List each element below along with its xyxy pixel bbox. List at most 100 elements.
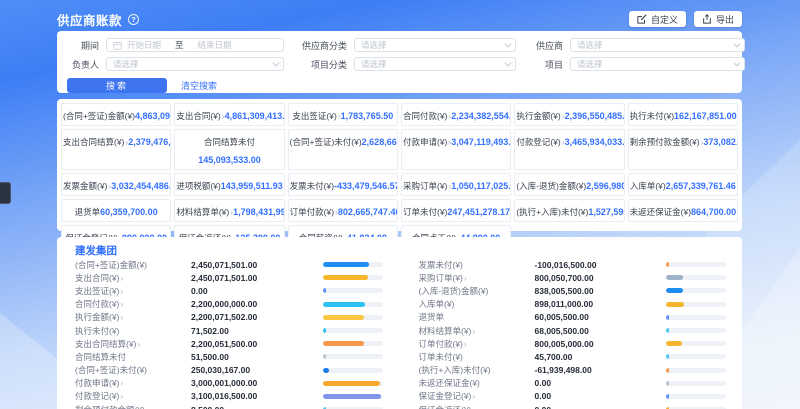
- metric-bar-fill: [323, 262, 370, 267]
- group-metric-row[interactable]: 支出合同(¥)›2,450,071,501.00: [75, 271, 383, 284]
- metric-card[interactable]: 支出合同结算(¥)›2,379,476,087.00: [61, 129, 171, 170]
- group-name-link[interactable]: 建发集团: [75, 243, 726, 256]
- group-metric-row[interactable]: 合同付款(¥)›2,200,000,000.00: [75, 298, 383, 311]
- metric-card-label: 发票未付(¥): [290, 181, 334, 191]
- metric-card-label: 付款申请(¥)›: [403, 137, 451, 147]
- chevron-right-icon: ›: [464, 339, 467, 349]
- group-row-value: 250,030,167.00: [191, 365, 323, 375]
- metric-card-label: 执行未付(¥): [630, 111, 674, 121]
- metric-card: (合同+签证)未付(¥)2,628,668,790.70: [288, 129, 398, 170]
- chevron-right-icon: ›: [120, 378, 123, 388]
- metric-bar: [666, 302, 726, 307]
- clear-search-link[interactable]: 清空搜索: [181, 79, 217, 92]
- metric-card-label: 付款登记(¥)›: [516, 137, 564, 147]
- export-button[interactable]: 导出: [694, 11, 742, 27]
- group-metric-row[interactable]: 材料结算单(¥)›68,005,500.00: [419, 324, 727, 337]
- owner-select[interactable]: 请选择: [106, 57, 284, 71]
- metric-card[interactable]: 支出签证(¥)›1,783,765.50: [288, 103, 398, 126]
- metric-card[interactable]: 剩余预付款金额(¥)›373,082.00: [628, 129, 738, 170]
- metric-bar-fill: [323, 341, 364, 346]
- group-metric-row[interactable]: 支出签证(¥)›0.00: [75, 284, 383, 297]
- metric-bar: [323, 354, 383, 359]
- group-metric-row[interactable]: 保证金返还(¥)›0.00: [419, 403, 727, 409]
- metric-card[interactable]: 付款申请(¥)›3,047,119,493.46: [401, 129, 511, 170]
- group-row-label: 材料结算单(¥)›: [419, 325, 535, 337]
- group-row-value: 2,200,071,502.00: [191, 312, 323, 322]
- group-metric-row[interactable]: 采购订单(¥)›800,050,700.00: [419, 271, 727, 284]
- group-metric-row[interactable]: 付款登记(¥)›3,100,016,500.00: [75, 390, 383, 403]
- chevron-down-icon: [504, 59, 511, 66]
- group-metric-row[interactable]: 付款申请(¥)›3,000,001,000.00: [75, 377, 383, 390]
- group-metric-row: (入库-退货)金额(¥)838,005,500.00: [419, 284, 727, 297]
- metric-card[interactable]: 执行金额(¥)›2,396,550,485.00: [514, 103, 624, 126]
- metric-bar-fill: [666, 302, 684, 307]
- group-metric-row: (执行+入库)未付(¥)-61,939,498.00: [419, 364, 727, 377]
- group-row-value: 0.00: [535, 378, 667, 388]
- supplier-label: 供应商: [523, 39, 563, 52]
- metric-bar-fill: [666, 328, 669, 333]
- metric-card-label: 退货单: [75, 207, 101, 217]
- customize-button[interactable]: 自定义: [629, 11, 686, 27]
- group-row-label: 发票未付(¥): [419, 259, 535, 271]
- metric-card-value: 145,093,533.00: [198, 155, 261, 165]
- metric-card-label: 合同付款(¥)›: [403, 111, 451, 121]
- project-category-label: 项目分类: [291, 58, 347, 71]
- group-row-value: 68,005,500.00: [535, 326, 667, 336]
- search-button[interactable]: 搜索: [67, 78, 167, 93]
- metric-card: 执行未付(¥)162,167,851.00: [628, 103, 738, 126]
- project-category-select[interactable]: 请选择: [354, 57, 516, 71]
- metric-bar: [323, 315, 383, 320]
- period-range-input[interactable]: 开始日期 至 结束日期: [106, 38, 284, 52]
- page-title: 供应商账款: [57, 10, 122, 29]
- metric-card[interactable]: 合同付款(¥)›2,234,382,554.00: [401, 103, 511, 126]
- metric-bar-fill: [323, 288, 326, 293]
- group-metric-row[interactable]: 执行金额(¥)›2,200,071,502.00: [75, 311, 383, 324]
- group-metric-row[interactable]: 剩余预付款金额(¥)›8,500.00: [75, 403, 383, 409]
- period-label: 期间: [67, 39, 99, 52]
- group-row-label: 保证金返还(¥)›: [419, 404, 535, 409]
- supplier-select[interactable]: 请选择: [570, 38, 745, 52]
- group-metric-row: 执行未付(¥)71,502.00: [75, 324, 383, 337]
- metric-bar-fill: [666, 315, 669, 320]
- metric-card[interactable]: 发票金额(¥)›3,032,454,486.89: [61, 173, 171, 196]
- metric-card[interactable]: 采购订单(¥)›1,050,117,025.63: [401, 173, 511, 196]
- project-select[interactable]: 请选择: [570, 57, 745, 71]
- chevron-down-icon: [504, 40, 511, 47]
- metric-card-value: 3,032,454,486.89: [111, 181, 171, 191]
- group-row-label: (合同+签证)未付(¥): [75, 364, 191, 376]
- group-row-value: 3,100,016,500.00: [191, 391, 323, 401]
- group-row-value: 800,005,000.00: [535, 339, 667, 349]
- group-metric-row[interactable]: 订单付款(¥)›800,005,000.00: [419, 337, 727, 350]
- group-metric-row[interactable]: 支出合同结算(¥)›2,200,051,500.00: [75, 337, 383, 350]
- metric-bar: [323, 381, 383, 386]
- metric-card-value: 373,082.00: [703, 137, 738, 147]
- metric-bar-fill: [323, 381, 380, 386]
- supplier-category-select[interactable]: 请选择: [354, 38, 516, 52]
- start-date-placeholder: 开始日期: [127, 39, 161, 51]
- filter-panel: 期间 开始日期 至 结束日期 供应商分类 请选择 供应商 请选择 负责人 请选择…: [57, 31, 742, 93]
- metric-card[interactable]: 订单付款(¥)›802,665,747.46: [288, 199, 398, 222]
- group-row-label: 未返还保证金(¥): [419, 377, 535, 389]
- metric-card-value: 1,050,117,025.63: [451, 181, 511, 191]
- metric-card: (执行+入库)未付(¥)1,527,596,433.00: [514, 199, 624, 222]
- metric-card-value: 247,451,278.17: [447, 207, 510, 217]
- metric-bar-fill: [323, 302, 365, 307]
- metric-card[interactable]: 材料结算单(¥)›1,798,431,995.00: [174, 199, 284, 222]
- sidebar-collapse-handle[interactable]: [0, 182, 11, 204]
- metric-bar-fill: [323, 328, 326, 333]
- metric-bar: [323, 341, 383, 346]
- metric-bar-fill: [666, 381, 669, 386]
- metric-card[interactable]: 付款登记(¥)›3,465,934,033.46: [514, 129, 624, 170]
- chevron-right-icon: ›: [120, 286, 123, 296]
- metric-card-label: 支出签证(¥)›: [292, 111, 340, 121]
- metric-card[interactable]: 支出合同(¥)›4,861,309,413.20: [174, 103, 284, 126]
- group-row-label: 支出合同(¥)›: [75, 272, 191, 284]
- help-icon[interactable]: ?: [128, 14, 139, 25]
- export-icon: [702, 14, 712, 24]
- metric-bar: [666, 288, 726, 293]
- group-row-label: 付款申请(¥)›: [75, 377, 191, 389]
- metric-card-value: 143,959,511.93: [221, 181, 283, 191]
- edit-icon: [637, 14, 647, 24]
- group-metric-row[interactable]: 保证金登记(¥)›0.00: [419, 390, 727, 403]
- group-row-value: -61,939,498.00: [535, 365, 667, 375]
